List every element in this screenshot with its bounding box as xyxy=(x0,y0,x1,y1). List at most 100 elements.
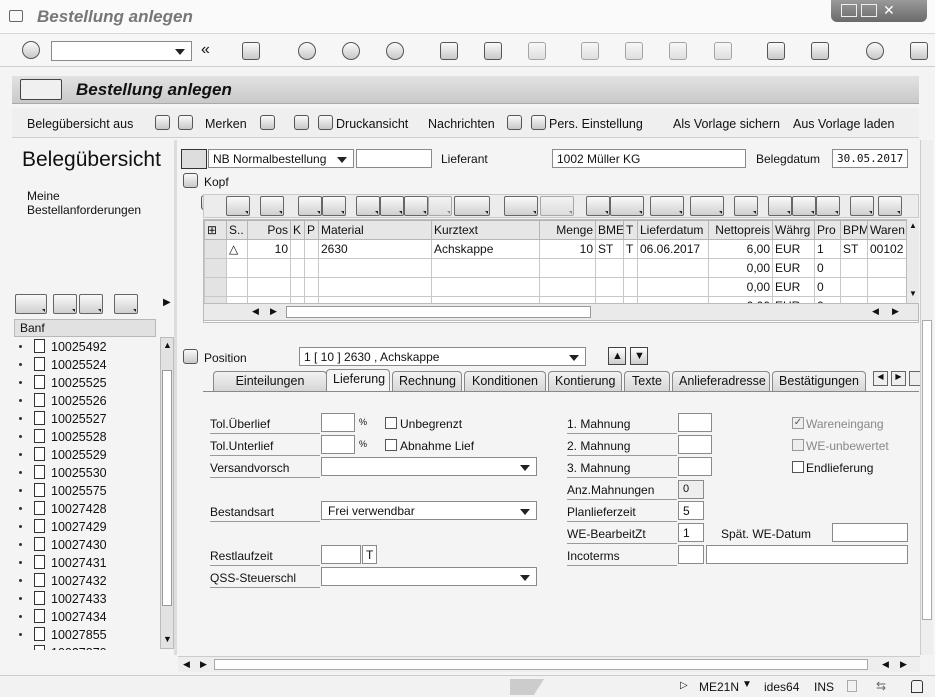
cell-material[interactable] xyxy=(318,277,432,297)
main-vscroll[interactable] xyxy=(920,140,933,655)
abnahme-checkbox[interactable] xyxy=(385,439,397,451)
find-grid-icon[interactable] xyxy=(404,196,428,216)
col-kurztext[interactable]: Kurztext xyxy=(431,220,540,240)
tree-item[interactable]: 10025524 xyxy=(19,357,107,372)
table-row[interactable]: 0,00EUR0 xyxy=(204,277,918,297)
save-icon[interactable] xyxy=(242,42,261,60)
layout-icon[interactable] xyxy=(690,196,724,216)
tab-kontierung[interactable]: Kontierung xyxy=(548,371,622,391)
tree-item[interactable]: 10027432 xyxy=(19,573,107,588)
col-bpm[interactable]: BPM xyxy=(840,220,868,240)
position-expand-icon[interactable] xyxy=(183,349,198,365)
cell-lieferdatum[interactable] xyxy=(637,258,709,278)
cell-bpm[interactable]: ST xyxy=(840,239,868,259)
order-number-field[interactable] xyxy=(356,149,432,168)
cell-bpm[interactable] xyxy=(840,258,868,278)
tab-scroll-right-icon[interactable]: ▶ xyxy=(891,371,906,386)
hscroll-right2-icon[interactable]: ▶ xyxy=(892,306,899,317)
cell-pro[interactable]: 0 xyxy=(814,258,841,278)
cell-waehrg[interactable]: EUR xyxy=(772,277,815,297)
tree-item[interactable]: 10027431 xyxy=(19,555,107,570)
col-nettopreis[interactable]: Nettopreis xyxy=(708,220,773,240)
tree-item[interactable]: 10027433 xyxy=(19,591,107,606)
cell-kurztext[interactable] xyxy=(431,258,540,278)
tree-item[interactable]: 10025525 xyxy=(19,375,107,390)
schedule-icon[interactable] xyxy=(850,196,874,216)
cell-pro[interactable]: 1 xyxy=(814,239,841,259)
doc-date-field[interactable]: 30.05.2017 xyxy=(832,149,908,168)
conditions-icon[interactable] xyxy=(768,196,792,216)
cell-nettopreis[interactable]: 0,00 xyxy=(708,277,773,297)
sort-asc-icon[interactable] xyxy=(356,196,380,216)
cell-material[interactable] xyxy=(318,258,432,278)
hscroll-left2-icon[interactable]: ◀ xyxy=(872,306,879,317)
info-grid-icon[interactable] xyxy=(734,196,758,216)
header-expand-icon[interactable] xyxy=(183,173,198,189)
tree-item[interactable]: 10025492 xyxy=(19,339,107,354)
command-field[interactable] xyxy=(51,41,192,61)
col-p[interactable]: P xyxy=(304,220,319,240)
default-values-icon[interactable] xyxy=(322,196,346,216)
save-template-button[interactable]: Als Vorlage sichern xyxy=(673,117,780,131)
check-icon[interactable] xyxy=(260,115,275,130)
enter-icon[interactable] xyxy=(22,41,40,59)
delete-icon[interactable] xyxy=(260,196,284,216)
more-icon[interactable]: ▶ xyxy=(163,297,171,308)
tree-item[interactable]: 10027429 xyxy=(19,519,107,534)
tab-bestaetigungen[interactable]: Bestätigungen xyxy=(772,371,866,391)
back-double-icon[interactable]: « xyxy=(201,41,210,59)
cell-waehrg[interactable]: EUR xyxy=(772,258,815,278)
mahnung3-field[interactable] xyxy=(678,457,712,476)
info-icon[interactable] xyxy=(507,115,522,130)
tab-anlieferadresse[interactable]: Anlieferadresse xyxy=(672,371,770,391)
position-up-button[interactable]: ▲ xyxy=(608,347,626,365)
cell-kurztext[interactable]: Achskappe xyxy=(431,239,540,259)
cell-t[interactable]: T xyxy=(623,239,638,259)
endlieferung-checkbox[interactable] xyxy=(792,461,804,473)
tree-item[interactable]: 10025575 xyxy=(19,483,107,498)
items-vscroll[interactable]: ▲ ▼ xyxy=(906,219,919,303)
views-icon[interactable] xyxy=(610,196,644,216)
incoterms-field[interactable] xyxy=(678,545,704,564)
main-hscroll-right-icon[interactable]: ▶ xyxy=(200,659,207,670)
col-t[interactable]: T xyxy=(623,220,638,240)
cell-nettopreis[interactable]: 6,00 xyxy=(708,239,773,259)
print-grid-icon[interactable] xyxy=(586,196,610,216)
col-waehrg[interactable]: Währg xyxy=(772,220,815,240)
tab-rechnung[interactable]: Rechnung xyxy=(392,371,462,391)
cell-menge[interactable] xyxy=(539,258,596,278)
cell-menge[interactable] xyxy=(539,277,596,297)
back-icon[interactable] xyxy=(297,42,316,60)
splitter[interactable] xyxy=(174,140,177,655)
column-settings-icon[interactable]: ⊞ xyxy=(204,220,227,240)
new-doc-icon[interactable] xyxy=(155,115,170,130)
cell-bme[interactable] xyxy=(595,258,624,278)
tol-ueber-field[interactable] xyxy=(321,413,355,432)
cell-waehrg[interactable]: EUR xyxy=(772,239,815,259)
cell-p[interactable] xyxy=(304,277,319,297)
col-bme[interactable]: BME xyxy=(595,220,624,240)
cell-bme[interactable] xyxy=(595,277,624,297)
sort-desc-icon[interactable] xyxy=(380,196,404,216)
order-type-select[interactable]: NB Normalbestellung xyxy=(208,149,354,168)
cell-pos[interactable]: 10 xyxy=(247,239,291,259)
col-status[interactable]: S.. xyxy=(226,220,248,240)
versand-select[interactable] xyxy=(321,457,537,476)
tree-item[interactable]: 10025530 xyxy=(19,465,107,480)
filter-icon[interactable] xyxy=(454,196,490,216)
cell-bme[interactable]: ST xyxy=(595,239,624,259)
print-preview-icon[interactable] xyxy=(318,115,333,130)
cell-status[interactable] xyxy=(226,258,248,278)
planlief-field[interactable]: 5 xyxy=(678,501,704,520)
we-bearb-field[interactable]: 1 xyxy=(678,523,704,542)
tree-item[interactable]: 10027870 xyxy=(34,645,107,650)
personal-settings-icon[interactable] xyxy=(531,115,546,130)
col-menge[interactable]: Menge xyxy=(539,220,596,240)
minimize-icon[interactable] xyxy=(841,4,857,17)
vscroll-up-icon[interactable]: ▲ xyxy=(909,221,917,230)
exit-icon[interactable] xyxy=(9,10,23,22)
row-selector[interactable] xyxy=(204,239,227,259)
cell-k[interactable] xyxy=(290,239,305,259)
layout-menu-icon[interactable] xyxy=(910,42,929,60)
cell-menge[interactable]: 10 xyxy=(539,239,596,259)
